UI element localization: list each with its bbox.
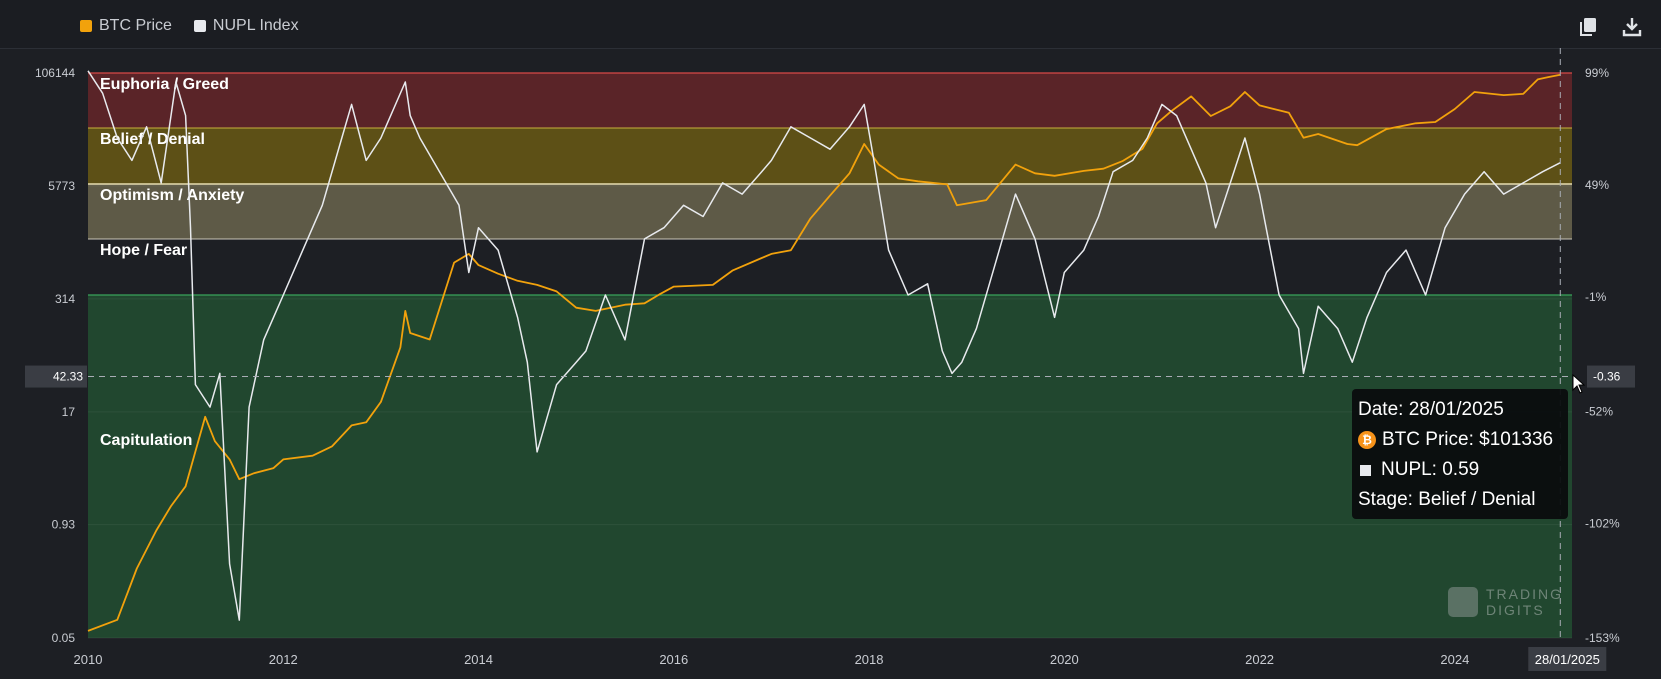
legend-swatch-nupl — [193, 20, 206, 32]
y-left-tick-label: 106144 — [35, 66, 75, 80]
download-icon[interactable] — [1621, 16, 1643, 38]
chart-toolbar — [1577, 16, 1643, 38]
chart-header: BTC Price NUPL Index — [0, 0, 1661, 49]
zone-band — [88, 73, 1572, 128]
zone-label: Euphoria / Greed — [100, 76, 229, 93]
tooltip-stage: Stage: Belief / Denial — [1358, 489, 1536, 510]
tooltip-nupl-row: NUPL: 0.59 — [1358, 455, 1568, 485]
legend: BTC Price NUPL Index — [80, 17, 299, 35]
tooltip-btc-price: BTC Price: $101336 — [1382, 429, 1554, 450]
hover-tooltip: Date: 28/01/2025 ₿ BTC Price: $101336 NU… — [1352, 389, 1568, 519]
x-tick-label: 2024 — [1440, 652, 1469, 667]
y-right-tick-label: -153% — [1585, 631, 1620, 645]
y-right-tick-label: -102% — [1585, 517, 1620, 531]
y-left-tick-label: 314 — [55, 292, 75, 306]
btc-nupl-chart[interactable]: Euphoria / GreedBelief / DenialOptimism … — [0, 48, 1661, 679]
watermark-line-2: DIGITS — [1486, 602, 1545, 618]
tooltip-date-row: Date: 28/01/2025 — [1358, 395, 1568, 425]
zone-band — [88, 239, 1572, 295]
crosshair-right-label: -0.36 — [1593, 370, 1621, 384]
y-left-tick-label: 0.05 — [52, 631, 76, 645]
crosshair-date-label: 28/01/2025 — [1535, 652, 1600, 667]
y-right-tick-label: 99% — [1585, 66, 1609, 80]
zone-label: Hope / Fear — [100, 242, 187, 259]
tooltip-btc-row: ₿ BTC Price: $101336 — [1358, 425, 1568, 455]
legend-item-btc-price[interactable]: BTC Price — [80, 17, 172, 35]
y-right-tick-label: -1% — [1585, 290, 1607, 304]
zone-band — [88, 295, 1572, 638]
legend-item-nupl-index[interactable]: NUPL Index — [193, 17, 299, 35]
x-tick-label: 2014 — [464, 652, 493, 667]
y-left-tick-label: 17 — [62, 405, 76, 419]
zone-band — [88, 128, 1572, 184]
y-right-tick-label: -52% — [1585, 405, 1613, 419]
x-tick-label: 2012 — [269, 652, 298, 667]
legend-swatch-btc — [80, 20, 92, 32]
tooltip-date: Date: 28/01/2025 — [1358, 399, 1504, 420]
watermark-text: TRADING DIGITS — [1486, 586, 1563, 618]
tooltip-nupl: NUPL: 0.59 — [1381, 459, 1480, 480]
mouse-pointer-icon — [1572, 374, 1586, 394]
y-right-tick-label: 49% — [1585, 178, 1609, 192]
legend-label-btc: BTC Price — [99, 17, 172, 34]
zone-label: Optimism / Anxiety — [100, 187, 244, 204]
y-left-tick-label: 0.93 — [52, 518, 76, 532]
bitcoin-icon: ₿ — [1358, 431, 1376, 449]
watermark-line-1: TRADING — [1486, 586, 1563, 602]
x-tick-label: 2010 — [74, 652, 103, 667]
zone-label: Capitulation — [100, 432, 192, 449]
crosshair-left-label: 42.33 — [53, 370, 83, 384]
y-left-tick-label: 5773 — [48, 179, 75, 193]
x-tick-label: 2020 — [1050, 652, 1079, 667]
trading-digits-logo-icon — [1448, 587, 1478, 617]
legend-label-nupl: NUPL Index — [212, 17, 299, 34]
copy-icon[interactable] — [1577, 16, 1599, 38]
tooltip-stage-row: Stage: Belief / Denial — [1358, 485, 1568, 515]
x-tick-label: 2022 — [1245, 652, 1274, 667]
trading-digits-watermark: TRADING DIGITS — [1448, 586, 1563, 618]
x-tick-label: 2018 — [855, 652, 884, 667]
nupl-square-icon — [1360, 464, 1371, 476]
x-tick-label: 2016 — [659, 652, 688, 667]
